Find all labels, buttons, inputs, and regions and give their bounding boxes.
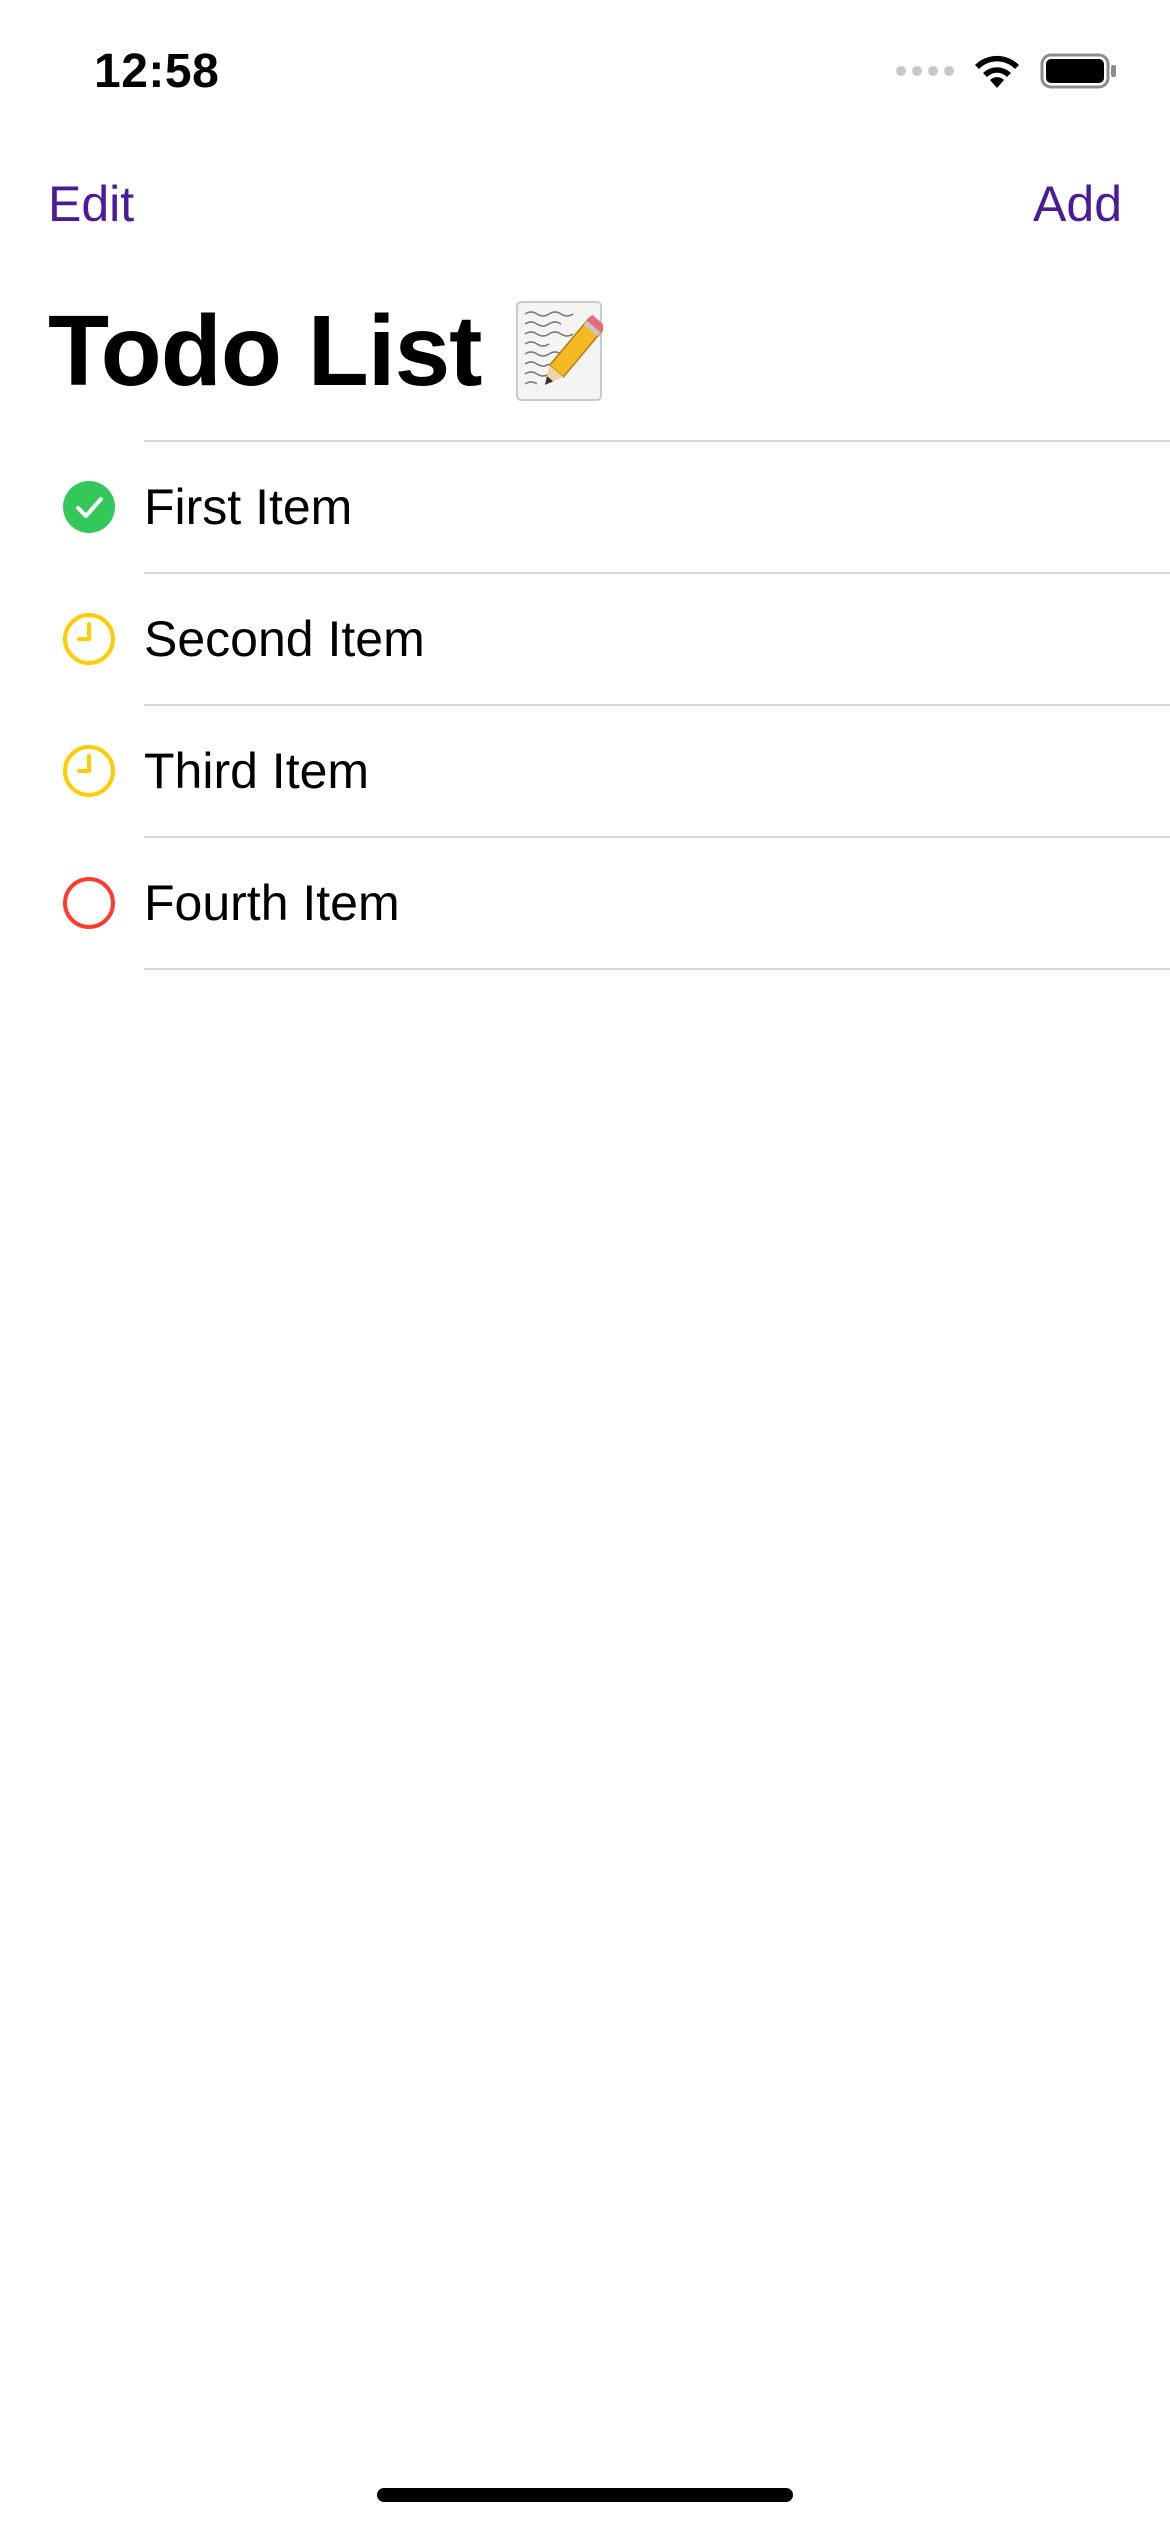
battery-icon bbox=[1040, 53, 1116, 89]
list-item[interactable]: First Item bbox=[0, 442, 1170, 572]
wifi-icon bbox=[975, 55, 1019, 88]
list-item-label: Third Item bbox=[144, 743, 370, 799]
list-item-label: First Item bbox=[144, 479, 353, 535]
cellular-signal-icon bbox=[896, 66, 954, 76]
status-bar: 12:58 bbox=[0, 0, 1170, 140]
page-title: Todo List bbox=[48, 295, 607, 407]
navigation-bar: Edit Add bbox=[0, 175, 1170, 245]
status-icons bbox=[896, 52, 1118, 90]
list-item[interactable]: Fourth Item bbox=[0, 838, 1170, 968]
checkmark-circle-icon bbox=[63, 481, 115, 533]
list-item[interactable]: Second Item bbox=[0, 574, 1170, 704]
edit-button[interactable]: Edit bbox=[48, 175, 134, 233]
add-button[interactable]: Add bbox=[1033, 175, 1122, 233]
list-item-label: Second Item bbox=[144, 611, 425, 667]
clock-icon bbox=[63, 613, 115, 665]
list-item-label: Fourth Item bbox=[144, 875, 400, 931]
divider bbox=[144, 968, 1170, 970]
clock-icon bbox=[63, 745, 115, 797]
todo-list: First Item Second Item Third Item Fourth… bbox=[0, 440, 1170, 970]
empty-circle-icon bbox=[63, 877, 115, 929]
memo-icon bbox=[515, 300, 607, 402]
page-title-text: Todo List bbox=[48, 295, 482, 407]
list-item[interactable]: Third Item bbox=[0, 706, 1170, 836]
status-time: 12:58 bbox=[94, 45, 220, 98]
home-indicator[interactable] bbox=[377, 2488, 793, 2502]
